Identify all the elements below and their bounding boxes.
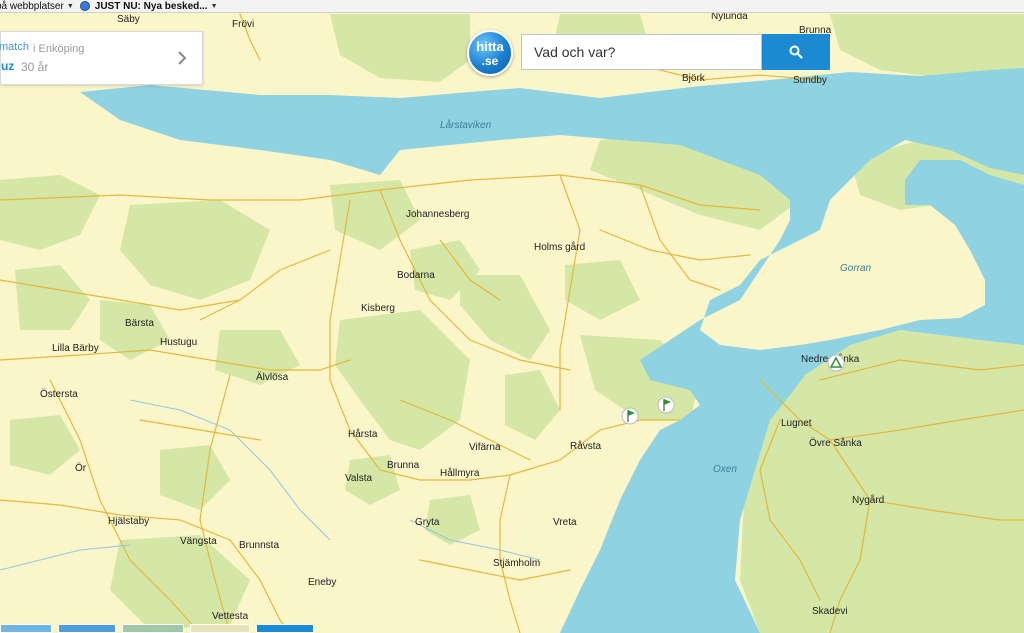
card-age: 30 år	[21, 60, 49, 74]
place-vangsta: Vängsta	[180, 536, 217, 547]
place-gryta: Gryta	[415, 517, 440, 528]
layer-thumb-map[interactable]	[190, 624, 250, 633]
place-bjork: Björk	[682, 73, 706, 84]
place-ovre-sanka: Övre Sånka	[809, 437, 862, 449]
search-icon	[789, 45, 803, 59]
place-holms-gard: Holms gård	[534, 241, 585, 253]
place-barsta: Bärsta	[125, 318, 154, 329]
chevron-down-icon: ▼	[66, 2, 74, 10]
place-brunnsta: Brunnsta	[239, 540, 279, 551]
place-harsta: Hårsta	[348, 428, 378, 440]
layer-thumb-aerial[interactable]	[58, 624, 116, 633]
place-lugnet: Lugnet	[781, 418, 812, 429]
place-vreta: Vreta	[553, 517, 577, 528]
layer-thumb-satellite[interactable]	[0, 624, 52, 633]
chevron-right-icon[interactable]	[175, 50, 189, 66]
place-alvlosa: Älvlösa	[256, 371, 289, 383]
bookmarks-bar: på webbplatser ▼ JUST NU: Nya besked... …	[0, 0, 1024, 13]
card-name: uz	[1, 59, 15, 73]
water-larstaviken: Lårstaviken	[440, 119, 492, 131]
place-skadevi: Skadevi	[812, 606, 848, 617]
place-ravsta: Råvsta	[570, 440, 602, 452]
place-kisberg: Kisberg	[361, 303, 395, 314]
water-gorran: Gorran	[840, 263, 872, 274]
place-lilla-barby: Lilla Bärby	[52, 343, 99, 354]
logo-text: hitta	[476, 39, 504, 54]
flag-marker-icon[interactable]	[621, 407, 639, 425]
search-input[interactable]	[522, 35, 761, 69]
profile-card[interactable]: match i Enköping uz 30 år	[0, 31, 203, 85]
place-brunna-south: Brunna	[387, 460, 420, 471]
search-button[interactable]	[762, 34, 830, 70]
camping-marker-icon[interactable]	[827, 354, 845, 372]
water-oxen: Oxen	[713, 464, 737, 475]
card-location: i Enköping	[33, 43, 85, 55]
layer-thumb-terrain[interactable]	[122, 624, 184, 633]
place-hjalstaby: Hjälstaby	[108, 516, 149, 527]
favicon-icon	[79, 1, 90, 11]
place-frovi: Frövi	[232, 19, 254, 30]
card-brand: match	[0, 41, 29, 53]
place-bodarna: Bodarna	[397, 270, 435, 281]
place-hallmyra: Hållmyra	[440, 467, 480, 479]
hitta-logo[interactable]: hitta .se	[467, 30, 513, 76]
bookmark-label: JUST NU: Nya besked...	[94, 0, 208, 12]
map-page: på webbplatser ▼ JUST NU: Nya besked... …	[0, 0, 1024, 633]
place-vettesta: Vettesta	[212, 611, 249, 622]
bookmark-just-nu[interactable]: JUST NU: Nya besked... ▼	[79, 0, 218, 12]
layer-thumb-active[interactable]	[256, 624, 314, 633]
place-nygard: Nygård	[852, 494, 884, 506]
map-layer-thumbnails[interactable]	[0, 624, 320, 633]
place-or: Ör	[75, 462, 87, 474]
place-johannesberg: Johannesberg	[406, 209, 469, 220]
place-ostersta: Östersta	[40, 388, 78, 400]
place-vifarna: Vifärna	[469, 442, 501, 453]
place-stjamholm: Stjämholm	[493, 558, 540, 569]
place-hustugu: Hustugu	[160, 337, 197, 348]
place-eneby: Eneby	[308, 577, 336, 588]
bookmark-label: på webbplatser	[0, 0, 64, 12]
place-sundby: Sundby	[793, 75, 827, 86]
search-box[interactable]	[521, 34, 762, 70]
logo-suffix: .se	[481, 54, 499, 68]
place-valsta: Valsta	[345, 473, 372, 484]
flag-marker-icon[interactable]	[657, 396, 675, 414]
map-canvas[interactable]: Säby Frövi Nylunda Brunna Björk Sundby J…	[0, 0, 1024, 633]
chevron-down-icon: ▼	[210, 2, 218, 10]
bookmark-webbplatser[interactable]: på webbplatser ▼	[0, 1, 74, 12]
place-saby: Säby	[117, 14, 140, 25]
